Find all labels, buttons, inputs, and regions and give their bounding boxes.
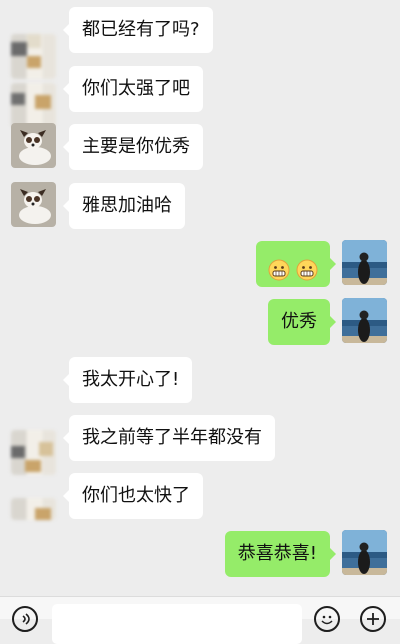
chat-screen: { "messages": [ {"side": "in", "text": "… (0, 0, 400, 644)
grinning-face-icon (296, 253, 318, 281)
input-bar (0, 596, 400, 644)
avatar-dog[interactable] (11, 123, 56, 168)
message-bubble-incoming[interactable]: 我太开心了! (62, 357, 193, 403)
message-text: 优秀 (281, 311, 317, 332)
avatar-self[interactable] (342, 530, 387, 575)
message-text: 主要是你优秀 (82, 136, 190, 157)
message-text: 恭喜恭喜! (237, 543, 317, 564)
message-bubble-incoming[interactable]: 都已经有了吗? (63, 7, 213, 53)
message-bubble-outgoing[interactable]: 恭喜恭喜! (224, 531, 337, 577)
avatar-contact-blurred[interactable] (11, 34, 56, 79)
message-input[interactable] (52, 604, 302, 644)
message-text: 我太开心了! (82, 369, 180, 390)
message-bubble-incoming[interactable]: 主要是你优秀 (63, 124, 203, 170)
message-bubble-outgoing[interactable] (256, 241, 336, 287)
message-text: 我之前等了半年都没有 (82, 427, 262, 448)
avatar-self[interactable] (342, 240, 387, 285)
plus-icon[interactable] (360, 606, 386, 632)
message-text: 雅思加油哈 (82, 195, 172, 216)
message-bubble-incoming[interactable]: 你们也太快了 (63, 473, 203, 519)
message-bubble-incoming[interactable]: 我之前等了半年都没有 (63, 415, 275, 461)
avatar-dog[interactable] (11, 182, 56, 227)
voice-icon[interactable] (12, 606, 38, 632)
message-text: 都已经有了吗? (82, 19, 200, 40)
avatar-contact-blurred[interactable] (11, 498, 56, 520)
avatar-self[interactable] (342, 298, 387, 343)
message-text: 你们太强了吧 (82, 78, 190, 99)
message-bubble-outgoing[interactable]: 优秀 (268, 299, 336, 345)
message-bubble-incoming[interactable]: 你们太强了吧 (63, 66, 203, 112)
avatar-contact-blurred[interactable] (11, 83, 56, 128)
grinning-face-icon (268, 253, 290, 281)
message-bubble-incoming[interactable]: 雅思加油哈 (63, 183, 185, 229)
emoji-icon[interactable] (314, 606, 340, 632)
message-text: 你们也太快了 (82, 485, 190, 506)
avatar-contact-blurred[interactable] (11, 430, 56, 475)
